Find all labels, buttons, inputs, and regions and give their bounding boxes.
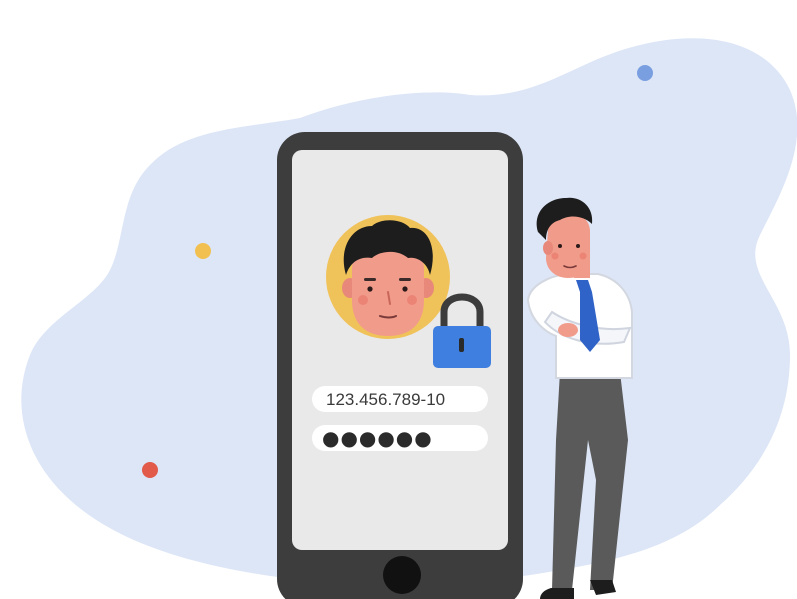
decor-dot-red [142, 462, 158, 478]
id-field-value: 123.456.789-10 [326, 390, 445, 409]
home-button [383, 556, 421, 594]
id-field[interactable]: 123.456.789-10 [312, 386, 488, 412]
security-login-illustration: 123.456.789-10 ●●●●●● [21, 38, 797, 599]
decor-dot-blue [637, 65, 653, 81]
decor-dot-yellow [195, 243, 211, 259]
avatar [326, 215, 450, 339]
password-field[interactable]: ●●●●●● [312, 425, 488, 451]
password-field-value: ●●●●●● [322, 426, 433, 450]
